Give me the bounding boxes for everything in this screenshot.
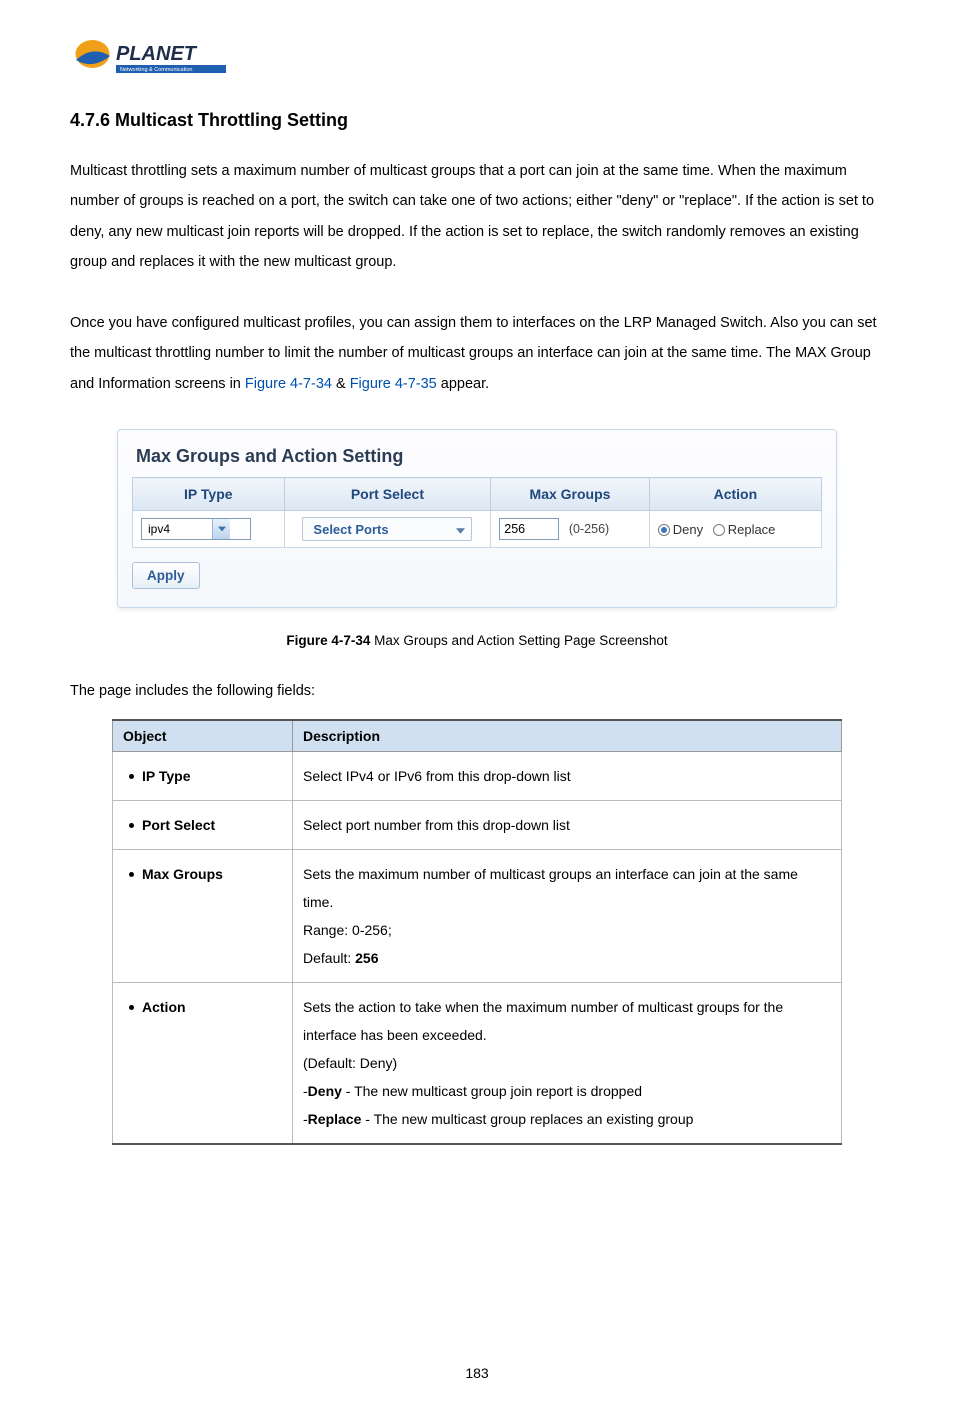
action-replace-radio[interactable]: Replace <box>713 522 776 537</box>
radio-label-deny: Deny <box>673 522 703 537</box>
figure-link-2[interactable]: Figure 4-7-35 <box>350 376 437 392</box>
spec-object: Port Select <box>142 817 215 833</box>
apply-button[interactable]: Apply <box>132 562 200 589</box>
bullet-icon <box>129 872 134 877</box>
desc-bold: 256 <box>355 950 378 966</box>
figure-caption-number: Figure 4-7-34 <box>286 633 370 648</box>
col-header-port-select: Port Select <box>284 478 491 511</box>
bullet-icon <box>129 774 134 779</box>
logo: PLANET Networking & Communication <box>70 30 884 90</box>
desc-line: time. <box>303 894 333 910</box>
settings-panel: Max Groups and Action Setting IP Type Po… <box>117 429 837 608</box>
table-row: Max Groups Sets the maximum number of mu… <box>113 850 842 983</box>
max-groups-hint: (0-256) <box>569 522 609 536</box>
svg-text:PLANET: PLANET <box>116 43 198 65</box>
ip-type-dropdown[interactable]: ipv4 <box>141 518 251 540</box>
desc-line: - The new multicast group replaces an ex… <box>361 1111 693 1127</box>
bullet-icon <box>129 1005 134 1010</box>
panel-title: Max Groups and Action Setting <box>136 446 822 467</box>
spec-description: Sets the maximum number of multicast gro… <box>293 850 842 983</box>
fields-intro-text: The page includes the following fields: <box>70 683 884 699</box>
intro-paragraph-2: Once you have configured multicast profi… <box>70 308 884 399</box>
table-row: IP Type Select IPv4 or IPv6 from this dr… <box>113 752 842 801</box>
p2-text-post: appear. <box>437 376 489 392</box>
desc-line: Default: <box>303 950 355 966</box>
figure-link-1[interactable]: Figure 4-7-34 <box>245 376 332 392</box>
figure-caption: Figure 4-7-34 Max Groups and Action Sett… <box>70 633 884 648</box>
spec-description: Sets the action to take when the maximum… <box>293 983 842 1145</box>
port-select-label: Select Ports <box>313 522 388 537</box>
desc-line: Range: 0-256; <box>303 922 392 938</box>
radio-icon <box>713 524 725 536</box>
chevron-down-icon <box>212 519 230 539</box>
p2-text-mid: & <box>332 376 350 392</box>
desc-line: (Default: Deny) <box>303 1055 397 1071</box>
section-heading: 4.7.6 Multicast Throttling Setting <box>70 110 884 131</box>
desc-line: Sets the action to take when the maximum… <box>303 999 783 1015</box>
max-groups-input[interactable] <box>499 518 559 540</box>
svg-text:Networking & Communication: Networking & Communication <box>120 67 192 73</box>
col-header-max-groups: Max Groups <box>491 478 649 511</box>
settings-form-table: IP Type Port Select Max Groups Action ip… <box>132 477 822 548</box>
figure-caption-text: Max Groups and Action Setting Page Scree… <box>370 633 667 648</box>
col-header-ip-type: IP Type <box>133 478 285 511</box>
spec-header-description: Description <box>293 720 842 752</box>
desc-line: - The new multicast group join report is… <box>342 1083 642 1099</box>
desc-line: interface has been exceeded. <box>303 1027 487 1043</box>
spec-description: Select IPv4 or IPv6 from this drop-down … <box>293 752 842 801</box>
page-number: 183 <box>70 1365 884 1381</box>
col-header-action: Action <box>649 478 821 511</box>
chevron-down-icon <box>456 522 465 537</box>
bullet-icon <box>129 823 134 828</box>
desc-bold: Replace <box>308 1111 362 1127</box>
radio-label-replace: Replace <box>728 522 776 537</box>
spec-header-object: Object <box>113 720 293 752</box>
spec-object: IP Type <box>142 768 191 784</box>
spec-object: Action <box>142 999 186 1015</box>
intro-paragraph-1: Multicast throttling sets a maximum numb… <box>70 156 884 278</box>
planet-logo-svg: PLANET Networking & Communication <box>70 30 230 85</box>
spec-table: Object Description IP Type Select IPv4 o… <box>112 719 842 1145</box>
action-radio-group: Deny Replace <box>658 522 782 537</box>
port-select-dropdown[interactable]: Select Ports <box>302 517 472 541</box>
ip-type-value: ipv4 <box>142 522 212 536</box>
spec-description: Select port number from this drop-down l… <box>293 801 842 850</box>
table-row: Port Select Select port number from this… <box>113 801 842 850</box>
spec-object: Max Groups <box>142 866 223 882</box>
table-row: Action Sets the action to take when the … <box>113 983 842 1145</box>
desc-bold: Deny <box>308 1083 342 1099</box>
radio-icon <box>658 524 670 536</box>
desc-line: Sets the maximum number of multicast gro… <box>303 866 798 882</box>
action-deny-radio[interactable]: Deny <box>658 522 707 537</box>
